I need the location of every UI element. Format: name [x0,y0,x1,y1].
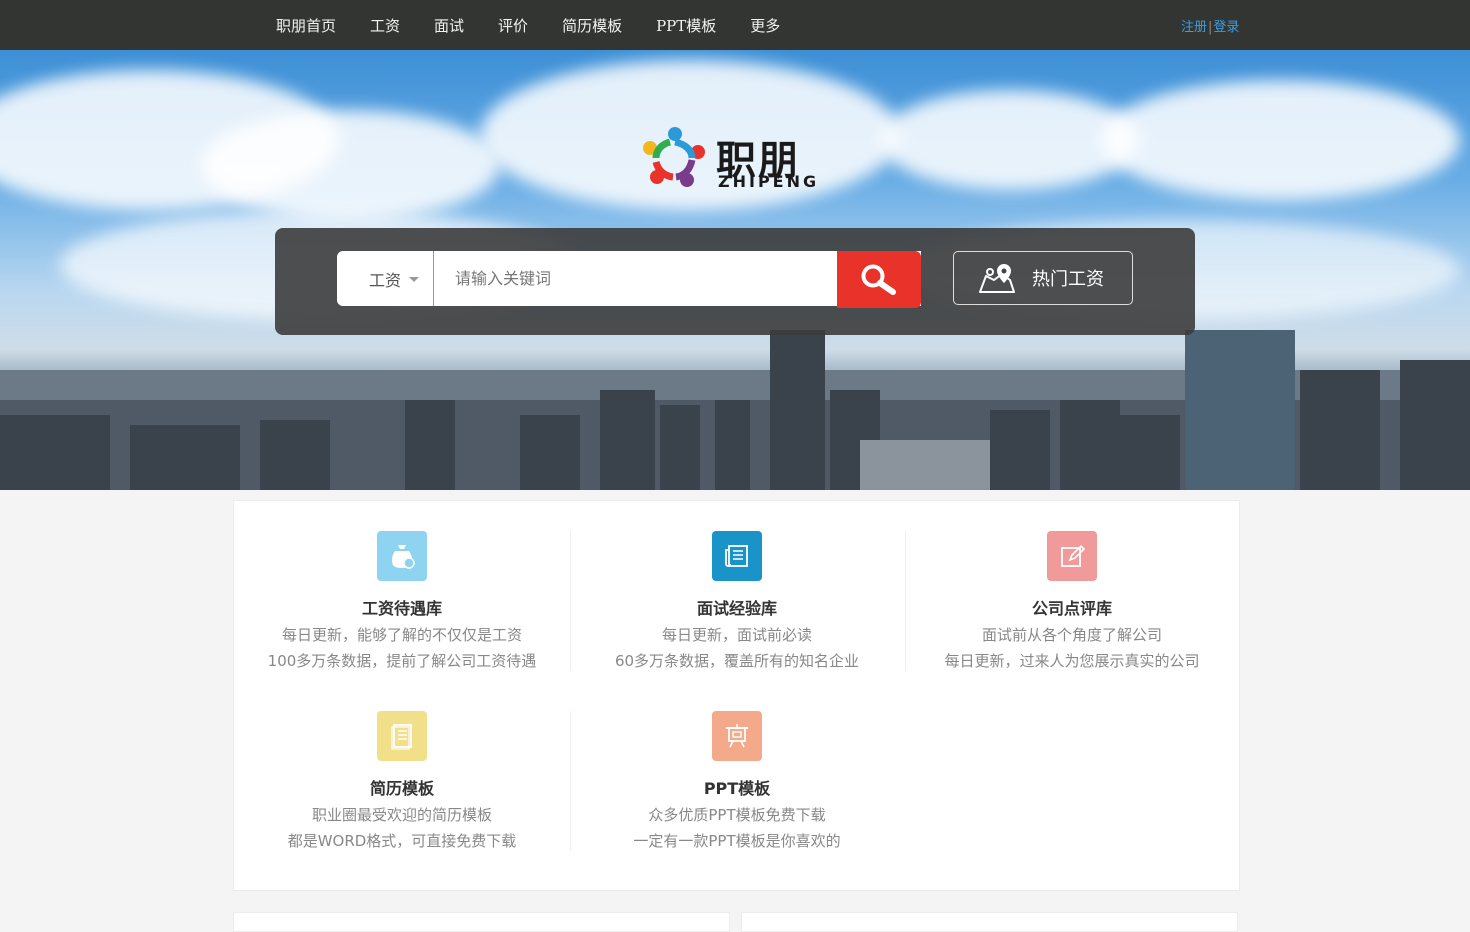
feature-ppt-template[interactable]: PPT模板 众多优质PPT模板免费下载 一定有一款PPT模板是你喜欢的 [569,711,905,851]
feature-salary[interactable]: 工资待遇库 每日更新，能够了解的不仅仅是工资 100多万条数据，提前了解公司工资… [234,531,570,671]
feature-title: 面试经验库 [696,599,777,618]
register-link[interactable]: 注册 [1181,20,1207,35]
content-card [233,912,730,932]
hot-salary-label: 热门工资 [1032,269,1104,290]
main-nav: 职朋首页 工资 面试 评价 简历模板 PPT模板 更多 [276,0,814,50]
feature-title: 工资待遇库 [361,599,442,618]
feature-interview[interactable]: 面试经验库 每日更新，面试前必读 60多万条数据，覆盖所有的知名企业 [569,531,905,671]
feature-line: 众多优质PPT模板免费下载 [648,806,826,824]
newspaper-icon [712,531,762,581]
feature-line: 100多万条数据，提前了解公司工资待遇 [267,652,537,670]
edit-note-icon [1047,531,1097,581]
presentation-icon [712,711,762,761]
feature-line: 60多万条数据，覆盖所有的知名企业 [614,652,860,670]
search-box: 工资 [337,251,921,306]
search-type-label: 工资 [369,270,402,290]
nav-item-home[interactable]: 职朋首页 [276,15,336,36]
logo-mark-icon [643,127,705,187]
brand-logo[interactable]: 职朋 ZHIPENG [640,122,835,194]
search-type-select[interactable]: 工资 [337,251,434,306]
hero-banner: 职朋 ZHIPENG 工资 热门工资 [0,50,1470,490]
map-pin-icon [979,264,1015,293]
document-icon [377,711,427,761]
nav-item-resume-template[interactable]: 简历模板 [562,15,622,36]
feature-resume-template[interactable]: 简历模板 职业圈最受欢迎的简历模板 都是WORD格式，可直接免费下载 [234,711,570,851]
feature-title: 公司点评库 [1031,599,1112,618]
content-card [741,912,1238,932]
feature-line: 一定有一款PPT模板是你喜欢的 [633,832,841,850]
money-bag-icon [377,531,427,581]
auth-links: 注册|登录 [1181,16,1239,35]
login-link[interactable]: 登录 [1213,20,1239,35]
top-navbar: 职朋首页 工资 面试 评价 简历模板 PPT模板 更多 注册|登录 [0,0,1470,50]
nav-item-review[interactable]: 评价 [498,15,528,36]
feature-section: 工资待遇库 每日更新，能够了解的不仅仅是工资 100多万条数据，提前了解公司工资… [233,500,1240,891]
feature-line: 职业圈最受欢迎的简历模板 [311,806,492,824]
feature-line: 每日更新，能够了解的不仅仅是工资 [281,626,522,644]
nav-item-ppt-template[interactable]: PPT模板 [656,15,716,36]
feature-title: 简历模板 [369,779,434,798]
chevron-down-icon [409,277,420,282]
feature-line: 都是WORD格式，可直接免费下载 [287,832,517,850]
nav-item-salary[interactable]: 工资 [370,15,400,36]
cloud [1100,80,1460,200]
nav-item-more[interactable]: 更多 [750,15,780,36]
city-skyline [0,330,1470,490]
brand-name-en: ZHIPENG [718,172,820,191]
search-icon [861,264,896,295]
feature-line: 每日更新，过来人为您展示真实的公司 [944,652,1200,670]
search-button[interactable] [837,251,921,308]
search-panel: 工资 热门工资 [275,228,1195,335]
feature-company-review[interactable]: 公司点评库 面试前从各个角度了解公司 每日更新，过来人为您展示真实的公司 [904,531,1240,671]
hot-salary-button[interactable]: 热门工资 [953,251,1133,305]
feature-line: 面试前从各个角度了解公司 [981,626,1162,644]
feature-line: 每日更新，面试前必读 [661,626,812,644]
cloud [200,110,500,220]
nav-item-interview[interactable]: 面试 [434,15,464,36]
auth-separator: | [1208,20,1213,35]
feature-title: PPT模板 [703,779,771,798]
